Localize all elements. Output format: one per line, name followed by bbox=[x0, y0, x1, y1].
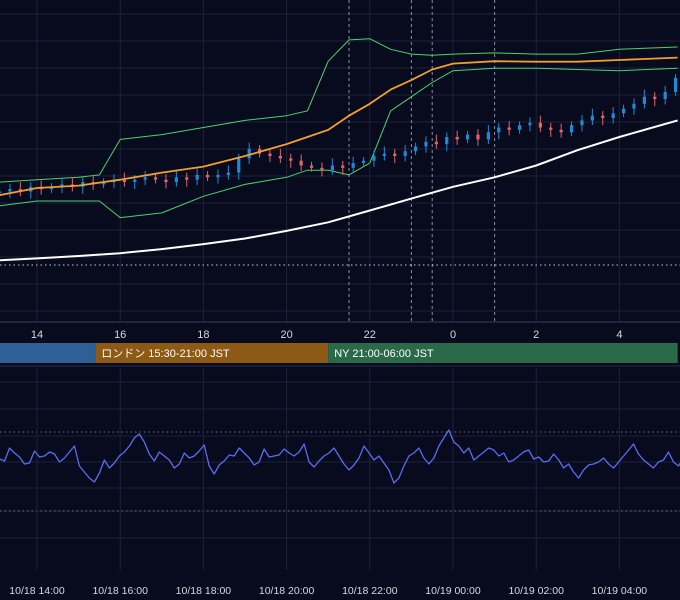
candle-body-39 bbox=[403, 151, 407, 156]
candle-body-35 bbox=[361, 160, 366, 164]
candle-body-38 bbox=[393, 153, 397, 156]
hour-tick-label-6: 2 bbox=[533, 329, 539, 341]
candle-body-13 bbox=[133, 179, 137, 183]
candle-body-54 bbox=[559, 129, 563, 133]
hour-tick-label-2: 18 bbox=[197, 329, 209, 341]
chart-canvas: 14 16 18 20 22 0 2 4 ロンドン 15:30-21:00 JST NY 21:… bbox=[0, 0, 680, 597]
date-axis: 10/18 14:00 10/18 16:00 10/18 18:00 10/18 2… bbox=[9, 585, 647, 597]
candle-body-58 bbox=[601, 115, 605, 119]
date-tick-label-6: 10/19 02:00 bbox=[508, 585, 564, 597]
candle-body-22 bbox=[226, 172, 230, 175]
hour-tick-label-4: 22 bbox=[364, 329, 376, 341]
hour-axis-background bbox=[0, 322, 680, 342]
candle-body-65 bbox=[673, 77, 678, 92]
candle-body-53 bbox=[549, 127, 553, 130]
candle-body-45 bbox=[465, 134, 470, 140]
price-grid-horizontal bbox=[0, 13, 680, 312]
candle-body-59 bbox=[611, 113, 615, 119]
oscillator-line-group bbox=[0, 429, 680, 484]
candle-body-14 bbox=[143, 177, 147, 180]
hour-tick-label-3: 20 bbox=[280, 329, 292, 341]
candle-body-37 bbox=[382, 153, 386, 156]
candle-body-32 bbox=[330, 165, 334, 171]
candle-body-33 bbox=[341, 165, 345, 168]
candle-body-56 bbox=[580, 120, 584, 126]
candle-body-41 bbox=[424, 141, 428, 147]
candle-body-29 bbox=[299, 160, 303, 166]
candle-body-17 bbox=[174, 177, 178, 183]
series-moving-average-0 bbox=[0, 56, 678, 196]
date-tick-label-3: 10/18 20:00 bbox=[259, 585, 315, 597]
price-grid-vertical bbox=[36, 0, 620, 322]
candle-body-50 bbox=[517, 125, 522, 130]
candle-body-63 bbox=[653, 96, 657, 100]
chart-window: 14 16 18 20 22 0 2 4 ロンドン 15:30-21:00 JST NY 21:… bbox=[0, 0, 680, 600]
series-bollinger-lower-3 bbox=[0, 67, 678, 219]
session-label-2: NY 21:00-06:00 JST bbox=[334, 348, 434, 360]
candle-body-62 bbox=[642, 96, 646, 104]
oscillator-grid-vertical bbox=[36, 368, 620, 570]
candle-body-15 bbox=[153, 177, 158, 180]
series-moving-average-1 bbox=[0, 119, 678, 262]
candle-body-1 bbox=[8, 189, 12, 192]
hour-tick-label-0: 14 bbox=[31, 329, 43, 341]
candle-body-60 bbox=[621, 108, 626, 114]
candle-body-26 bbox=[268, 153, 272, 156]
date-tick-label-2: 10/18 18:00 bbox=[176, 585, 232, 597]
hour-tick-label-5: 0 bbox=[450, 329, 456, 341]
series-bollinger-upper-2 bbox=[0, 38, 678, 183]
candle-body-19 bbox=[195, 174, 199, 180]
candle-body-44 bbox=[455, 137, 459, 140]
date-tick-label-5: 10/19 00:00 bbox=[425, 585, 481, 597]
session-band-0 bbox=[0, 343, 96, 363]
session-label-1: ロンドン 15:30-21:00 JST bbox=[101, 348, 230, 360]
candle-body-20 bbox=[205, 174, 210, 178]
price-panel[interactable] bbox=[0, 0, 680, 322]
candle-body-23 bbox=[237, 158, 241, 173]
date-tick-label-4: 10/18 22:00 bbox=[342, 585, 398, 597]
date-tick-label-0: 10/18 14:00 bbox=[9, 585, 65, 597]
candle-body-43 bbox=[445, 137, 449, 145]
candle-body-64 bbox=[663, 91, 667, 100]
candle-body-18 bbox=[185, 177, 189, 180]
candle-body-0 bbox=[0, 191, 2, 194]
candle-body-36 bbox=[372, 155, 376, 161]
candle-body-34 bbox=[351, 163, 355, 168]
candle-body-30 bbox=[309, 165, 314, 168]
candlesticks bbox=[0, 73, 678, 199]
candle-body-16 bbox=[164, 179, 168, 183]
oscillator-panel[interactable] bbox=[0, 368, 680, 570]
hour-tick-label-7: 4 bbox=[616, 329, 622, 341]
oscillator-grid-horizontal bbox=[0, 381, 680, 539]
candle-body-57 bbox=[590, 115, 594, 121]
candle-body-21 bbox=[216, 174, 220, 178]
candle-body-49 bbox=[507, 127, 511, 130]
candle-body-52 bbox=[538, 122, 542, 128]
hour-tick-label-1: 16 bbox=[114, 329, 126, 341]
candle-body-27 bbox=[278, 155, 282, 159]
candle-body-28 bbox=[289, 158, 293, 161]
candle-body-55 bbox=[569, 125, 574, 133]
date-tick-label-7: 10/19 04:00 bbox=[592, 585, 648, 597]
session-bar: ロンドン 15:30-21:00 JST NY 21:00-06:00 JST bbox=[0, 343, 680, 367]
candle-body-46 bbox=[476, 134, 480, 140]
candle-body-40 bbox=[413, 146, 418, 152]
date-tick-label-1: 10/18 16:00 bbox=[92, 585, 148, 597]
candle-body-31 bbox=[320, 167, 324, 171]
candle-body-48 bbox=[497, 127, 501, 133]
candle-body-51 bbox=[528, 122, 532, 126]
hour-axis: 14 16 18 20 22 0 2 4 bbox=[0, 321, 680, 342]
candle-body-47 bbox=[486, 132, 490, 140]
bollinger-bands bbox=[0, 38, 678, 219]
oscillator-line bbox=[0, 429, 680, 484]
candle-body-61 bbox=[632, 103, 636, 109]
candle-body-42 bbox=[434, 141, 438, 145]
